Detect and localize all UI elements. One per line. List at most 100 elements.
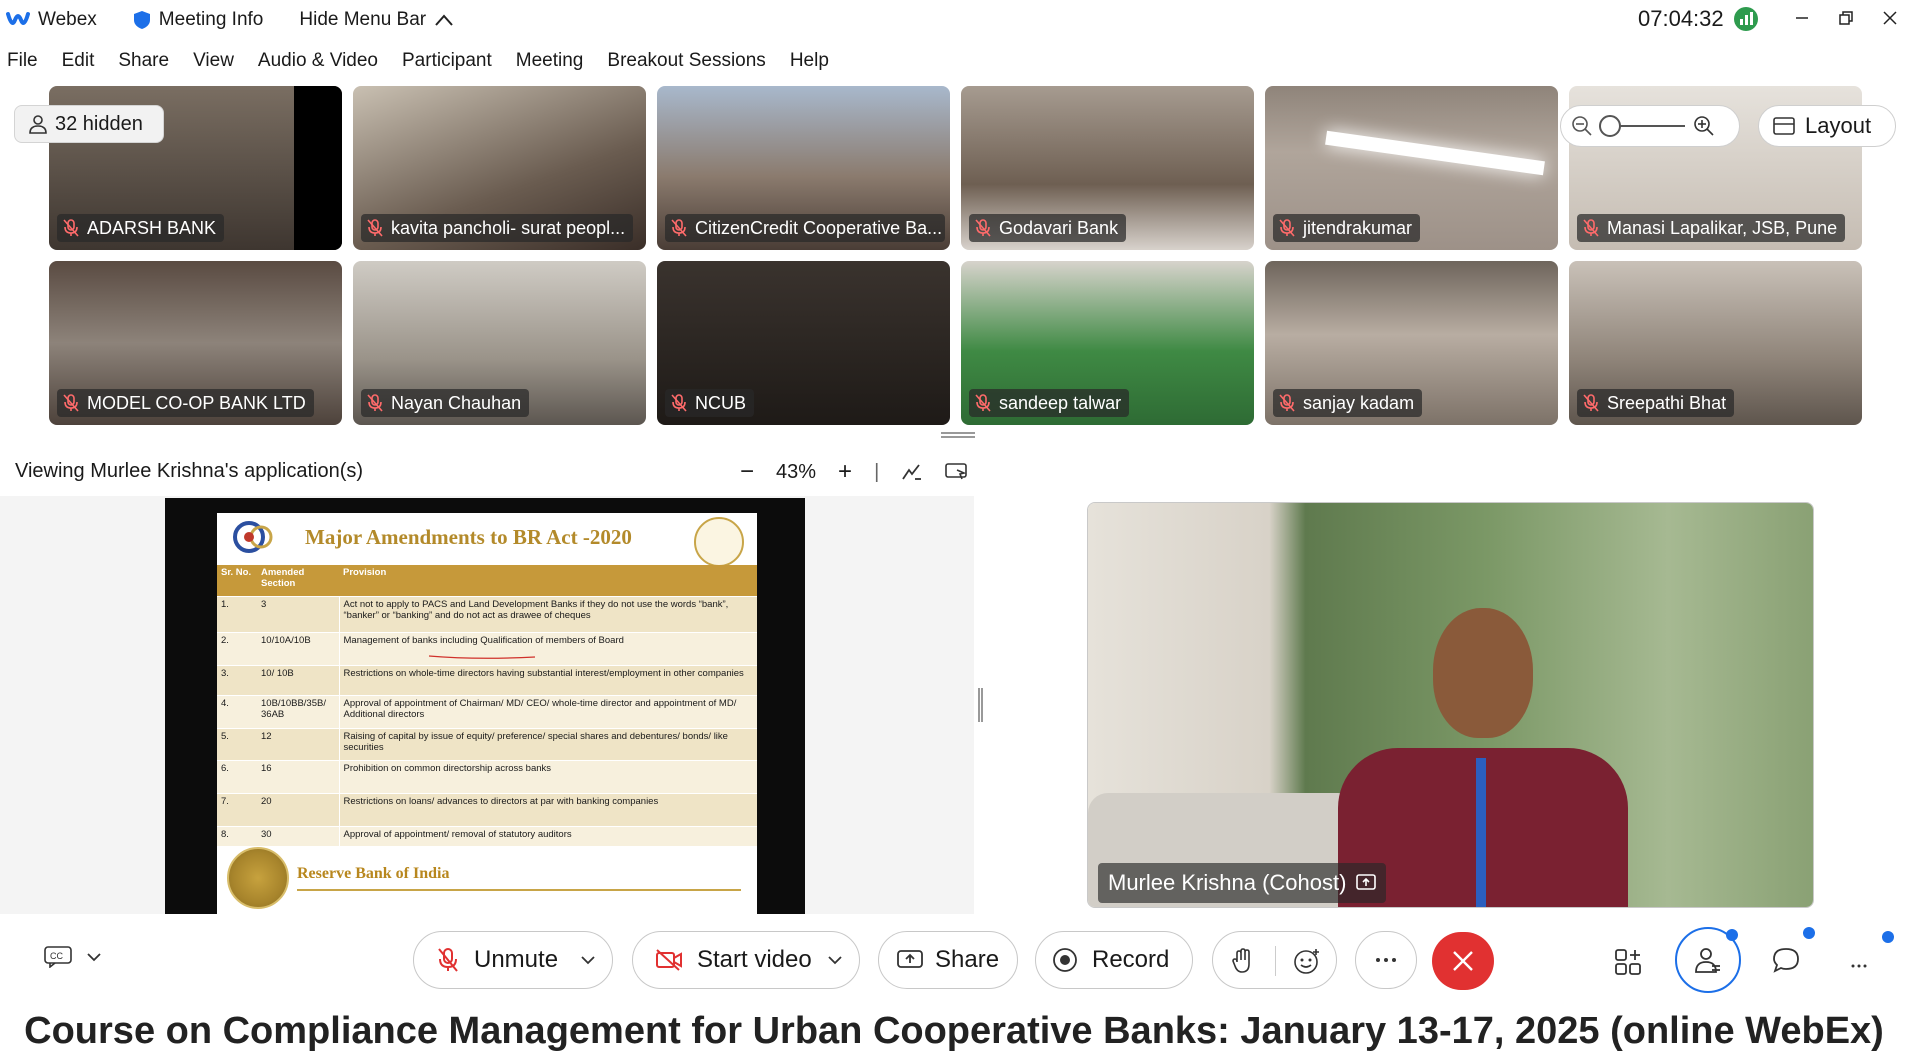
share-zoom-controls: − 43% + |: [740, 458, 969, 486]
zoom-out-button[interactable]: −: [740, 458, 754, 486]
participant-tile[interactable]: sanjay kadam: [1265, 261, 1558, 425]
participant-tile[interactable]: jitendrakumar: [1265, 86, 1558, 250]
share-button[interactable]: Share: [878, 931, 1018, 989]
shared-content-pane[interactable]: Major Amendments to BR Act -2020 Sr. No.…: [0, 496, 974, 914]
footer-rule: [297, 889, 741, 891]
restore-icon: [1839, 11, 1853, 25]
participant-tile[interactable]: Sreepathi Bhat: [1569, 261, 1862, 425]
hide-menu-bar-button[interactable]: Hide Menu Bar: [299, 9, 454, 31]
menu-help[interactable]: Help: [790, 50, 829, 78]
split-resize-handle[interactable]: [978, 688, 983, 722]
menu-meeting[interactable]: Meeting: [516, 50, 584, 78]
meeting-info-button[interactable]: Meeting Info: [133, 9, 264, 31]
captions-icon: CC: [44, 946, 72, 968]
emoji-reaction-icon[interactable]: [1293, 947, 1321, 975]
participant-name: CitizenCredit Cooperative Ba...: [695, 217, 943, 238]
start-video-label: Start video: [697, 946, 812, 973]
more-options-button[interactable]: [1355, 931, 1417, 989]
participant-tile[interactable]: Godavari Bank: [961, 86, 1254, 250]
zoom-out-icon[interactable]: [1571, 115, 1593, 137]
mic-muted-icon: [63, 394, 79, 412]
slider-track[interactable]: [1599, 115, 1685, 137]
participant-tile[interactable]: kavita pancholi- surat peopl...: [353, 86, 646, 250]
tile-size-slider[interactable]: [1560, 105, 1740, 147]
chevron-down-icon[interactable]: [580, 955, 596, 965]
menu-breakout-sessions[interactable]: Breakout Sessions: [607, 50, 765, 78]
record-button[interactable]: Record: [1035, 931, 1193, 989]
mic-muted-icon: [438, 948, 458, 972]
menu-file[interactable]: File: [7, 50, 38, 78]
participant-tile[interactable]: CitizenCredit Cooperative Ba...: [657, 86, 950, 250]
hidden-participants-button[interactable]: 32 hidden: [14, 105, 164, 143]
annotate-icon[interactable]: [901, 462, 923, 482]
leave-meeting-button[interactable]: [1432, 932, 1494, 990]
table-row: 5. 12 Raising of capital by issue of equ…: [217, 727, 757, 760]
participant-name: kavita pancholi- surat peopl...: [391, 217, 626, 238]
participant-name-tag: ADARSH BANK: [57, 214, 225, 242]
mic-muted-icon: [367, 219, 383, 237]
participants-icon: [1695, 948, 1720, 973]
column-header: Amended Section: [257, 565, 339, 596]
meeting-info-label: Meeting Info: [158, 9, 264, 30]
zoom-level: 43%: [776, 460, 817, 483]
active-speaker-video[interactable]: Murlee Krishna (Cohost): [1087, 502, 1814, 908]
raise-hand-icon[interactable]: [1231, 948, 1255, 974]
row-number: 4.: [217, 694, 257, 728]
hidden-count: 32 hidden: [55, 112, 143, 135]
app-name: Webex: [38, 9, 97, 30]
menu-share[interactable]: Share: [118, 50, 169, 78]
participant-tile[interactable]: MODEL CO-OP BANK LTD: [49, 261, 342, 425]
participant-name: Sreepathi Bhat: [1607, 392, 1727, 413]
webex-logo-icon: [6, 12, 30, 25]
closed-captions-button[interactable]: CC: [44, 946, 102, 968]
remote-control-icon[interactable]: [945, 462, 969, 482]
row-provision: Raising of capital by issue of equity/ p…: [339, 727, 757, 760]
menu-view[interactable]: View: [193, 50, 234, 78]
amendments-table: Sr. No. Amended Section Provision 1. 3 A…: [217, 565, 757, 846]
participant-name: sanjay kadam: [1303, 392, 1415, 413]
participant-name-tag: sandeep talwar: [969, 389, 1130, 417]
participant-tile[interactable]: Nayan Chauhan: [353, 261, 646, 425]
start-video-button[interactable]: Start video: [632, 931, 860, 989]
chat-button[interactable]: [1772, 946, 1800, 979]
row-number: 2.: [217, 631, 257, 665]
more-panels-button[interactable]: [1850, 956, 1868, 974]
apps-button[interactable]: [1614, 948, 1642, 981]
row-provision: Restrictions on whole-time directors hav…: [339, 664, 757, 695]
participant-name: ADARSH BANK: [87, 217, 217, 238]
network-health-icon[interactable]: [1734, 7, 1758, 31]
layout-button[interactable]: Layout: [1758, 105, 1896, 147]
panel-resize-handle[interactable]: [941, 432, 975, 438]
minimize-button[interactable]: [1782, 2, 1822, 34]
menu-edit[interactable]: Edit: [62, 50, 95, 78]
chevron-down-icon[interactable]: [827, 955, 843, 965]
row-section: 10/ 10B: [257, 664, 340, 695]
participant-name-tag: sanjay kadam: [1273, 389, 1423, 417]
row-provision: Act not to apply to PACS and Land Develo…: [339, 595, 757, 632]
row-number: 8.: [217, 825, 257, 846]
mic-muted-icon: [671, 394, 687, 412]
slide-title: Major Amendments to BR Act -2020: [305, 525, 632, 549]
close-window-button[interactable]: [1870, 2, 1908, 34]
table-row: 7. 20 Restrictions on loans/ advances to…: [217, 792, 757, 826]
speaker-name: Murlee Krishna (Cohost): [1108, 870, 1347, 895]
table-header-row: Sr. No. Amended Section Provision: [217, 565, 757, 596]
participant-name: jitendrakumar: [1303, 217, 1413, 238]
zoom-in-icon[interactable]: [1693, 115, 1715, 137]
slider-thumb[interactable]: [1599, 115, 1621, 137]
row-number: 1.: [217, 595, 257, 632]
row-section: 10B/10BB/35B/ 36AB: [257, 694, 340, 728]
unmute-button[interactable]: Unmute: [413, 931, 613, 989]
participant-tile[interactable]: NCUB: [657, 261, 950, 425]
minimize-icon: [1796, 17, 1808, 19]
menu-participant[interactable]: Participant: [402, 50, 492, 78]
shared-screen: Major Amendments to BR Act -2020 Sr. No.…: [165, 498, 805, 914]
participant-tile[interactable]: sandeep talwar: [961, 261, 1254, 425]
participant-name: Manasi Lapalikar, JSB, Pune: [1607, 217, 1838, 238]
zoom-in-button[interactable]: +: [838, 458, 852, 486]
reactions-group: [1212, 931, 1337, 989]
restore-button[interactable]: [1826, 2, 1866, 34]
course-caption: Course on Compliance Management for Urba…: [0, 1002, 1908, 1060]
menu-audio-video[interactable]: Audio & Video: [258, 50, 378, 78]
speaker-head: [1433, 608, 1533, 738]
